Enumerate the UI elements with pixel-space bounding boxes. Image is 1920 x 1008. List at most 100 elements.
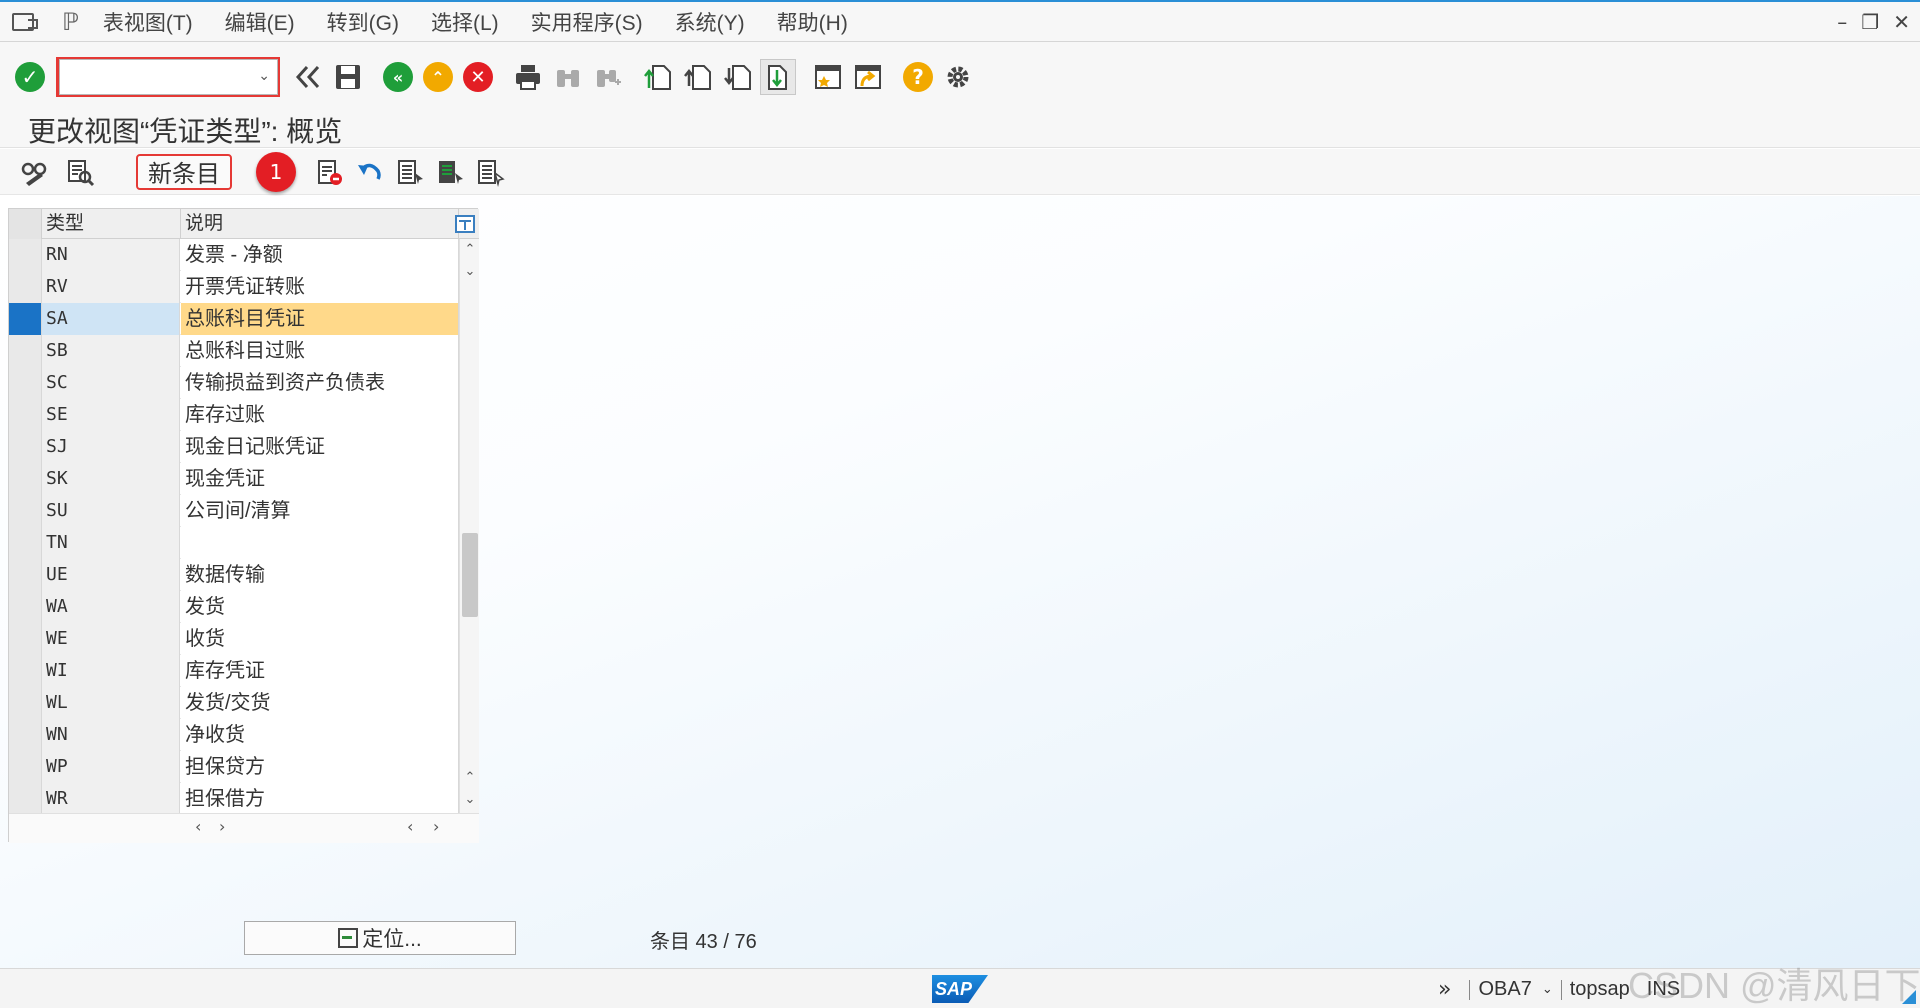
restore-icon[interactable]: ❐ [1861, 10, 1879, 34]
undo-change-icon[interactable] [352, 154, 388, 190]
delete-entry-icon[interactable] [312, 154, 348, 190]
cell-type[interactable]: WR [42, 783, 180, 815]
cell-type[interactable]: SK [42, 463, 180, 495]
cell-description[interactable]: 收货 [181, 623, 459, 655]
position-button[interactable]: 定位... [244, 921, 516, 955]
exit-icon[interactable]: ⌃ [420, 59, 456, 95]
command-dropdown-icon[interactable]: ⌄ [258, 68, 270, 84]
table-row[interactable]: RV 开票凭证转账 [9, 271, 459, 303]
cell-description[interactable]: 发货 [181, 591, 459, 623]
scroll-up-icon[interactable]: ⌃ [460, 239, 480, 261]
cell-type[interactable]: WI [42, 655, 180, 687]
cell-description[interactable]: 总账科目凭证 [181, 303, 459, 335]
display-overview-icon[interactable] [62, 154, 98, 190]
scroll-page-down-icon[interactable]: ⌄ [460, 789, 480, 811]
customize-layout-icon[interactable]: ℙ [62, 8, 79, 36]
row-selector[interactable] [9, 399, 42, 431]
find-next-icon[interactable] [590, 59, 626, 95]
next-page-icon[interactable] [720, 59, 756, 95]
menu-edit[interactable]: 编辑(E) [225, 7, 295, 37]
last-page-icon[interactable] [760, 59, 796, 95]
cell-type[interactable]: WP [42, 751, 180, 783]
row-selector[interactable] [9, 271, 42, 303]
cell-description[interactable]: 担保借方 [181, 783, 459, 815]
command-input[interactable] [59, 59, 278, 95]
deselect-all-icon[interactable] [472, 154, 508, 190]
cell-description[interactable]: 现金日记账凭证 [181, 431, 459, 463]
cell-description[interactable]: 传输损益到资产负债表 [181, 367, 459, 399]
cell-description[interactable]: 发货/交货 [181, 687, 459, 719]
cell-type[interactable]: SB [42, 335, 180, 367]
double-chevron-left-icon[interactable] [290, 59, 326, 95]
table-row[interactable]: SK 现金凭证 [9, 463, 459, 495]
row-selector[interactable] [9, 719, 42, 751]
cell-type[interactable]: TN [42, 527, 180, 559]
table-row[interactable]: SJ 现金日记账凭证 [9, 431, 459, 463]
cell-type[interactable]: WA [42, 591, 180, 623]
previous-page-icon[interactable] [680, 59, 716, 95]
cell-type[interactable]: WE [42, 623, 180, 655]
row-selector[interactable] [9, 687, 42, 719]
find-icon[interactable] [550, 59, 586, 95]
cell-type[interactable]: SJ [42, 431, 180, 463]
table-row[interactable]: WI 库存凭证 [9, 655, 459, 687]
scroll-down-icon[interactable]: ⌄ [460, 261, 480, 283]
scroll-left-column-icon[interactable]: ‹ [407, 817, 413, 836]
select-all-icon[interactable] [392, 154, 428, 190]
table-row[interactable]: WN 净收货 [9, 719, 459, 751]
table-row[interactable]: SB 总账科目过账 [9, 335, 459, 367]
select-all-column-header[interactable] [9, 209, 42, 239]
expand-status-icon[interactable]: » [1438, 977, 1451, 1002]
row-selector[interactable] [9, 655, 42, 687]
menu-help[interactable]: 帮助(H) [777, 7, 848, 37]
row-selector[interactable] [9, 623, 42, 655]
row-selector[interactable] [9, 239, 42, 271]
back-icon[interactable]: « [380, 59, 416, 95]
cell-type[interactable]: SA [42, 303, 180, 335]
vertical-scrollbar[interactable]: ⌃ ⌄ ⌃ ⌄ [459, 239, 479, 813]
cell-type[interactable]: SC [42, 367, 180, 399]
system-info-dropdown-icon[interactable]: ⌄ [1542, 982, 1553, 997]
select-block-icon[interactable] [432, 154, 468, 190]
cell-type[interactable]: RN [42, 239, 180, 271]
table-settings-icon[interactable] [455, 215, 475, 233]
row-selector[interactable] [9, 591, 42, 623]
table-row[interactable]: WA 发货 [9, 591, 459, 623]
scroll-page-up-icon[interactable]: ⌃ [460, 767, 480, 789]
cell-type[interactable]: WL [42, 687, 180, 719]
cell-description[interactable]: 担保贷方 [181, 751, 459, 783]
system-menu-icon[interactable] [12, 12, 38, 31]
cell-description[interactable]: 数据传输 [181, 559, 459, 591]
scroll-right-icon[interactable]: › [219, 817, 225, 836]
table-row[interactable]: WL 发货/交货 [9, 687, 459, 719]
cell-type[interactable]: SU [42, 495, 180, 527]
enter-icon[interactable]: ✓ [12, 59, 48, 95]
save-icon[interactable] [330, 59, 366, 95]
cell-type[interactable]: SE [42, 399, 180, 431]
cell-type[interactable]: RV [42, 271, 180, 303]
scrollbar-thumb[interactable] [462, 533, 478, 617]
column-header-description[interactable]: 说明 [181, 209, 459, 239]
cell-description[interactable]: 库存凭证 [181, 655, 459, 687]
table-row[interactable]: SE 库存过账 [9, 399, 459, 431]
display-change-icon[interactable] [16, 154, 52, 190]
settings-icon[interactable] [940, 59, 976, 95]
row-selector[interactable] [9, 463, 42, 495]
table-row[interactable]: SA 总账科目凭证 [9, 303, 459, 335]
table-row[interactable]: SC 传输损益到资产负债表 [9, 367, 459, 399]
new-entries-button[interactable]: 新条目 [136, 153, 232, 190]
close-icon[interactable]: ✕ [1893, 10, 1910, 34]
minimize-icon[interactable]: – [1837, 10, 1847, 34]
cell-description[interactable] [181, 527, 459, 559]
help-icon[interactable]: ? [900, 59, 936, 95]
menu-goto[interactable]: 转到(G) [327, 7, 399, 37]
cell-description[interactable]: 公司间/清算 [181, 495, 459, 527]
table-row[interactable]: RN 发票 - 净额 [9, 239, 459, 271]
scroll-left-icon[interactable]: ‹ [195, 817, 201, 836]
first-page-icon[interactable] [640, 59, 676, 95]
table-row[interactable]: TN [9, 527, 459, 559]
row-selector[interactable] [9, 751, 42, 783]
menu-table-view[interactable]: 表视图(T) [103, 7, 193, 37]
insert-mode[interactable]: INS [1647, 978, 1680, 1001]
cell-description[interactable]: 现金凭证 [181, 463, 459, 495]
